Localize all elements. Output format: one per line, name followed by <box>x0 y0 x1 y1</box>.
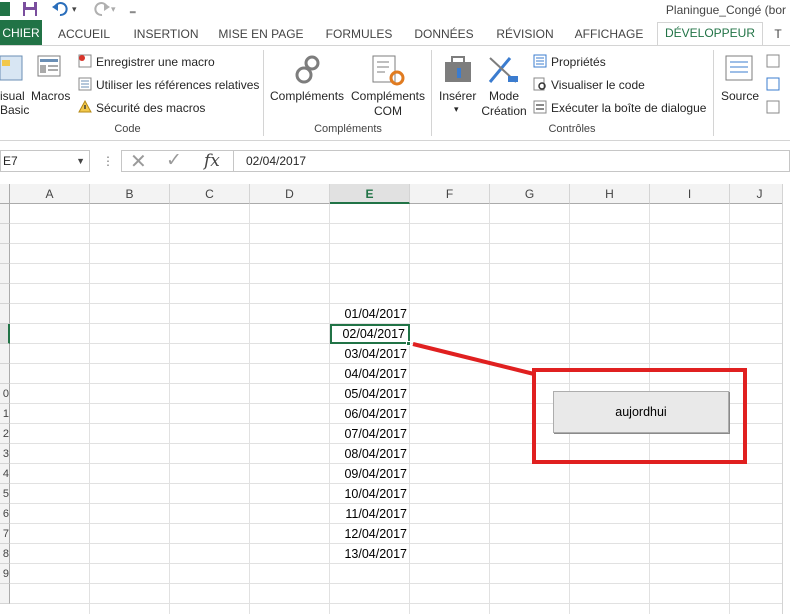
today-macro-button[interactable]: aujordhui <box>553 391 729 433</box>
right-scroll-edge <box>782 184 790 614</box>
annotation-arrow <box>412 342 535 376</box>
